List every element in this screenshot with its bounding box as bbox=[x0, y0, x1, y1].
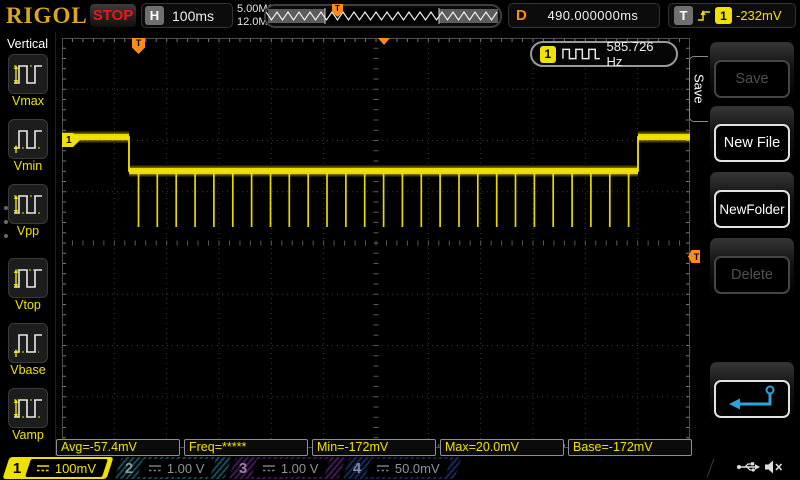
frequency-counter[interactable]: 1 585.726 Hz bbox=[530, 39, 678, 69]
trigger-status-box[interactable]: T 1 -232mV bbox=[668, 3, 796, 28]
measurement-max: Max=20.0mV bbox=[440, 439, 564, 456]
top-status-bar: RIGOL STOP H 100ms 5.00MSa/s 12.0M pts T… bbox=[0, 0, 800, 32]
vpp-button[interactable] bbox=[8, 184, 48, 224]
counter-value: 585.726 Hz bbox=[606, 39, 654, 69]
measurement-min: Min=-172mV bbox=[312, 439, 436, 456]
vamp-icon bbox=[13, 399, 42, 418]
delete-button-container: Delete bbox=[710, 238, 794, 298]
vpp-label: Vpp bbox=[16, 224, 40, 238]
channel4-scale: 50.0mV bbox=[395, 460, 441, 476]
back-button-container bbox=[710, 362, 794, 422]
measurement-freq: Freq=***** bbox=[184, 439, 308, 456]
vmin-label: Vmin bbox=[13, 159, 43, 173]
dc-coupling-icon bbox=[37, 465, 50, 472]
channel4-tag[interactable]: 4 50.0mV bbox=[342, 457, 462, 479]
channel4-inner: 50.0mV bbox=[365, 459, 452, 477]
counter-channel-badge: 1 bbox=[540, 45, 556, 63]
channel2-tag[interactable]: 2 1.00 V bbox=[114, 457, 232, 479]
dc-coupling-icon bbox=[263, 465, 276, 472]
statusbar-divider bbox=[706, 458, 715, 478]
save-menu: Save Save New File NewFolder Delete bbox=[689, 32, 800, 456]
channel1-number: 1 bbox=[13, 459, 22, 477]
square-wave-icon bbox=[561, 48, 600, 60]
horizontal-timebase-box[interactable]: H 100ms bbox=[141, 3, 233, 28]
vbase-label: Vbase bbox=[10, 363, 46, 377]
delay-box[interactable]: D 490.000000ms bbox=[508, 3, 660, 28]
new-folder-button-container: NewFolder bbox=[710, 172, 794, 232]
run-state-button[interactable]: STOP bbox=[89, 3, 137, 28]
vmin-icon bbox=[13, 130, 42, 153]
measure-sidebar: Vertical Vmax Vmin Vpp Vtop Vbase Vamp bbox=[0, 32, 56, 456]
preview-wave-svg bbox=[266, 8, 498, 24]
dc-coupling-icon bbox=[149, 465, 162, 472]
delete-button[interactable]: Delete bbox=[714, 256, 790, 294]
new-file-button-container: New File bbox=[710, 106, 794, 166]
graticule bbox=[61, 37, 691, 449]
menu-title: Save bbox=[691, 74, 707, 104]
vamp-button[interactable] bbox=[8, 388, 48, 428]
h-badge: H bbox=[145, 6, 164, 25]
trigger-source-badge: 1 bbox=[715, 7, 732, 24]
page-dot-1 bbox=[4, 206, 8, 210]
d-badge: D bbox=[516, 7, 527, 24]
measurement-avg: Avg=-57.4mV bbox=[56, 439, 180, 456]
usb-icon bbox=[737, 462, 760, 472]
return-arrow-icon bbox=[729, 385, 775, 410]
channel2-inner: 1.00 V bbox=[137, 459, 216, 477]
delay-indicator-icon bbox=[378, 38, 390, 51]
new-file-button[interactable]: New File bbox=[714, 124, 790, 162]
rising-edge-icon bbox=[698, 9, 710, 21]
channel4-number: 4 bbox=[353, 459, 362, 477]
channel-status-bar: 1 100mV 2 1.00 V 3 1.00 V 4 50.0mV bbox=[0, 456, 800, 480]
vmin-button[interactable] bbox=[8, 119, 48, 159]
measurement-readouts: Avg=-57.4mV Freq=***** Min=-172mV Max=20… bbox=[56, 439, 692, 456]
vtop-icon bbox=[13, 269, 42, 288]
measurement-base: Base=-172mV bbox=[568, 439, 692, 456]
channel2-scale: 1.00 V bbox=[167, 460, 205, 476]
t-badge: T bbox=[674, 6, 693, 25]
rigol-logo: RIGOL bbox=[6, 3, 88, 28]
trigger-level-value: -232mV bbox=[736, 8, 782, 23]
vmax-button[interactable] bbox=[8, 54, 48, 94]
vamp-label: Vamp bbox=[12, 428, 44, 442]
channel2-number: 2 bbox=[125, 459, 134, 477]
channel3-inner: 1.00 V bbox=[251, 459, 330, 477]
channel3-number: 3 bbox=[239, 459, 248, 477]
dc-coupling-icon bbox=[377, 465, 390, 472]
channel3-scale: 1.00 V bbox=[281, 460, 319, 476]
page-dot-2 bbox=[4, 220, 8, 224]
vpp-icon bbox=[13, 195, 42, 214]
channel3-tag[interactable]: 3 1.00 V bbox=[228, 457, 346, 479]
back-button[interactable] bbox=[714, 380, 790, 418]
vtop-label: Vtop bbox=[15, 298, 41, 312]
vbase-icon bbox=[13, 334, 42, 357]
vmax-icon bbox=[13, 65, 42, 84]
save-button-container: Save bbox=[710, 42, 794, 102]
waveform-preview-scrollbar[interactable]: T bbox=[264, 4, 502, 28]
menu-title-tab: Save bbox=[689, 56, 708, 122]
page-dot-3 bbox=[4, 234, 8, 238]
timebase-value: 100ms bbox=[172, 7, 215, 24]
measure-category-title: Vertical bbox=[7, 37, 48, 51]
speaker-muted-icon bbox=[765, 460, 783, 474]
new-folder-button[interactable]: NewFolder bbox=[714, 190, 790, 228]
channel1-scale: 100mV bbox=[55, 460, 97, 476]
channel1-tag[interactable]: 1 100mV bbox=[2, 457, 114, 479]
channel1-inner: 100mV bbox=[25, 459, 108, 477]
delay-value: 490.000000ms bbox=[547, 8, 639, 23]
vmax-label: Vmax bbox=[12, 94, 44, 108]
save-button[interactable]: Save bbox=[714, 60, 790, 98]
scope-display: 1 T T 1 585.726 Hz bbox=[61, 37, 702, 449]
vbase-button[interactable] bbox=[8, 323, 48, 363]
vtop-button[interactable] bbox=[8, 258, 48, 298]
